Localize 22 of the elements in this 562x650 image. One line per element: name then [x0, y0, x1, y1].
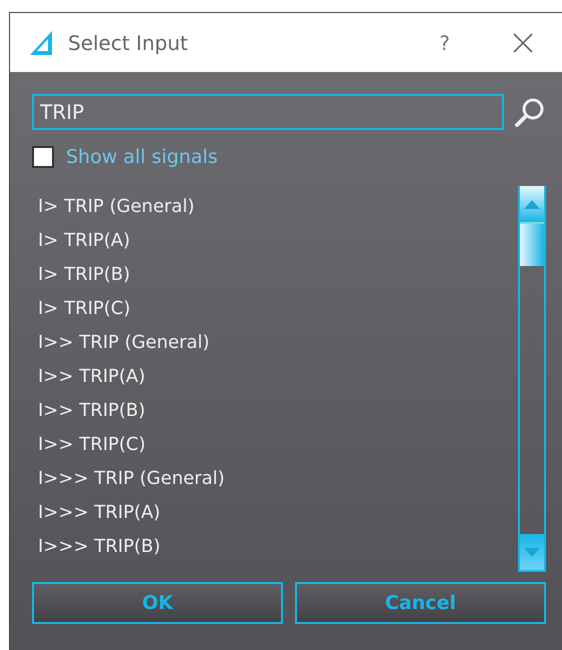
- signal-list-item[interactable]: I>> TRIP (General): [38, 326, 518, 360]
- search-field[interactable]: TRIP: [32, 94, 504, 130]
- signal-list-item[interactable]: I>>> TRIP(A): [38, 496, 518, 530]
- checkbox[interactable]: [32, 146, 54, 168]
- signal-list-item[interactable]: I> TRIP(B): [38, 258, 518, 292]
- close-icon[interactable]: [512, 32, 534, 54]
- signal-list-item[interactable]: I>> TRIP(C): [38, 428, 518, 462]
- signal-list-item[interactable]: I>> TRIP(B): [38, 394, 518, 428]
- scrollbar[interactable]: [518, 186, 546, 572]
- cancel-button[interactable]: Cancel: [295, 582, 546, 624]
- search-icon[interactable]: [514, 96, 546, 128]
- signal-list-item[interactable]: I>>> TRIP(B): [38, 530, 518, 564]
- scroll-thumb[interactable]: [520, 222, 544, 266]
- help-button[interactable]: ?: [439, 30, 450, 54]
- signal-list-item[interactable]: I> TRIP(C): [38, 292, 518, 326]
- window-title: Select Input: [68, 30, 189, 54]
- signal-list-item[interactable]: I> TRIP (General): [38, 190, 518, 224]
- checkbox-label[interactable]: Show all signals: [66, 146, 218, 168]
- signal-list-item[interactable]: I> TRIP(A): [38, 224, 518, 258]
- signal-list-item[interactable]: I>>> TRIP (General): [38, 462, 518, 496]
- signal-list-item[interactable]: I>> TRIP(A): [38, 360, 518, 394]
- ok-button[interactable]: OK: [32, 582, 283, 624]
